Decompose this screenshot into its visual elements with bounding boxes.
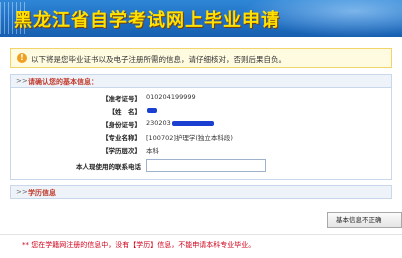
field-label: 【身份证号】: [102, 121, 141, 129]
field-row-exam-number: 【准考证号】 010204199999: [11, 93, 391, 105]
education-info-header[interactable]: >> 学历信息: [10, 185, 392, 199]
basic-info-title: 请确认您的基本信息：: [28, 78, 98, 86]
basic-info-panel: >> 请确认您的基本信息： 【准考证号】 010204199999 【姓 名】 …: [10, 74, 392, 180]
id-prefix: 230203: [146, 119, 171, 127]
section-arrows: >>: [16, 77, 28, 85]
field-row-degree-level: 【学历层次】 本科: [11, 145, 391, 157]
field-value: 230203: [146, 119, 214, 127]
education-info-title: 学历信息: [28, 189, 56, 197]
phone-input[interactable]: [146, 159, 266, 172]
field-row-name: 【姓 名】: [11, 106, 391, 118]
field-value: 010204199999: [146, 93, 196, 101]
warning-note: ** 您在学籍网注册的信息中，没有【学历】信息，不能申请本科专业毕业。: [22, 241, 256, 249]
notice-banner: ! 以下将是您毕业证书以及电子注册所需的信息，请仔细核对，否则后果自负。: [10, 48, 392, 68]
section-arrows: >>: [16, 188, 28, 196]
page-header: 黑龙江省自学考试网上毕业申请: [0, 0, 402, 37]
field-row-phone: 本人现使用的联系电话: [11, 159, 391, 173]
field-row-id-number: 【身份证号】 230203: [11, 119, 391, 131]
divider: [0, 234, 402, 235]
redaction-mark: [147, 107, 157, 113]
field-label: 【准考证号】: [102, 95, 141, 103]
page-title: 黑龙江省自学考试网上毕业申请: [14, 10, 280, 31]
info-icon: !: [17, 53, 27, 63]
field-label: 【姓 名】: [108, 108, 142, 116]
field-row-major: 【专业名称】 [100702]护理学(独立本科段): [11, 132, 391, 144]
field-value: [146, 106, 157, 114]
redaction-mark: [171, 120, 214, 126]
notice-text: 以下将是您毕业证书以及电子注册所需的信息，请仔细核对，否则后果自负。: [31, 55, 286, 64]
field-label: 【学历层次】: [102, 147, 141, 155]
basic-info-header: >> 请确认您的基本信息：: [11, 75, 391, 88]
field-label: 【专业名称】: [102, 134, 141, 142]
field-value: [100702]护理学(独立本科段): [146, 134, 233, 142]
phone-label: 本人现使用的联系电话: [76, 163, 141, 171]
info-incorrect-button[interactable]: 基本信息不正确: [327, 212, 402, 228]
field-value: 本科: [146, 147, 159, 155]
